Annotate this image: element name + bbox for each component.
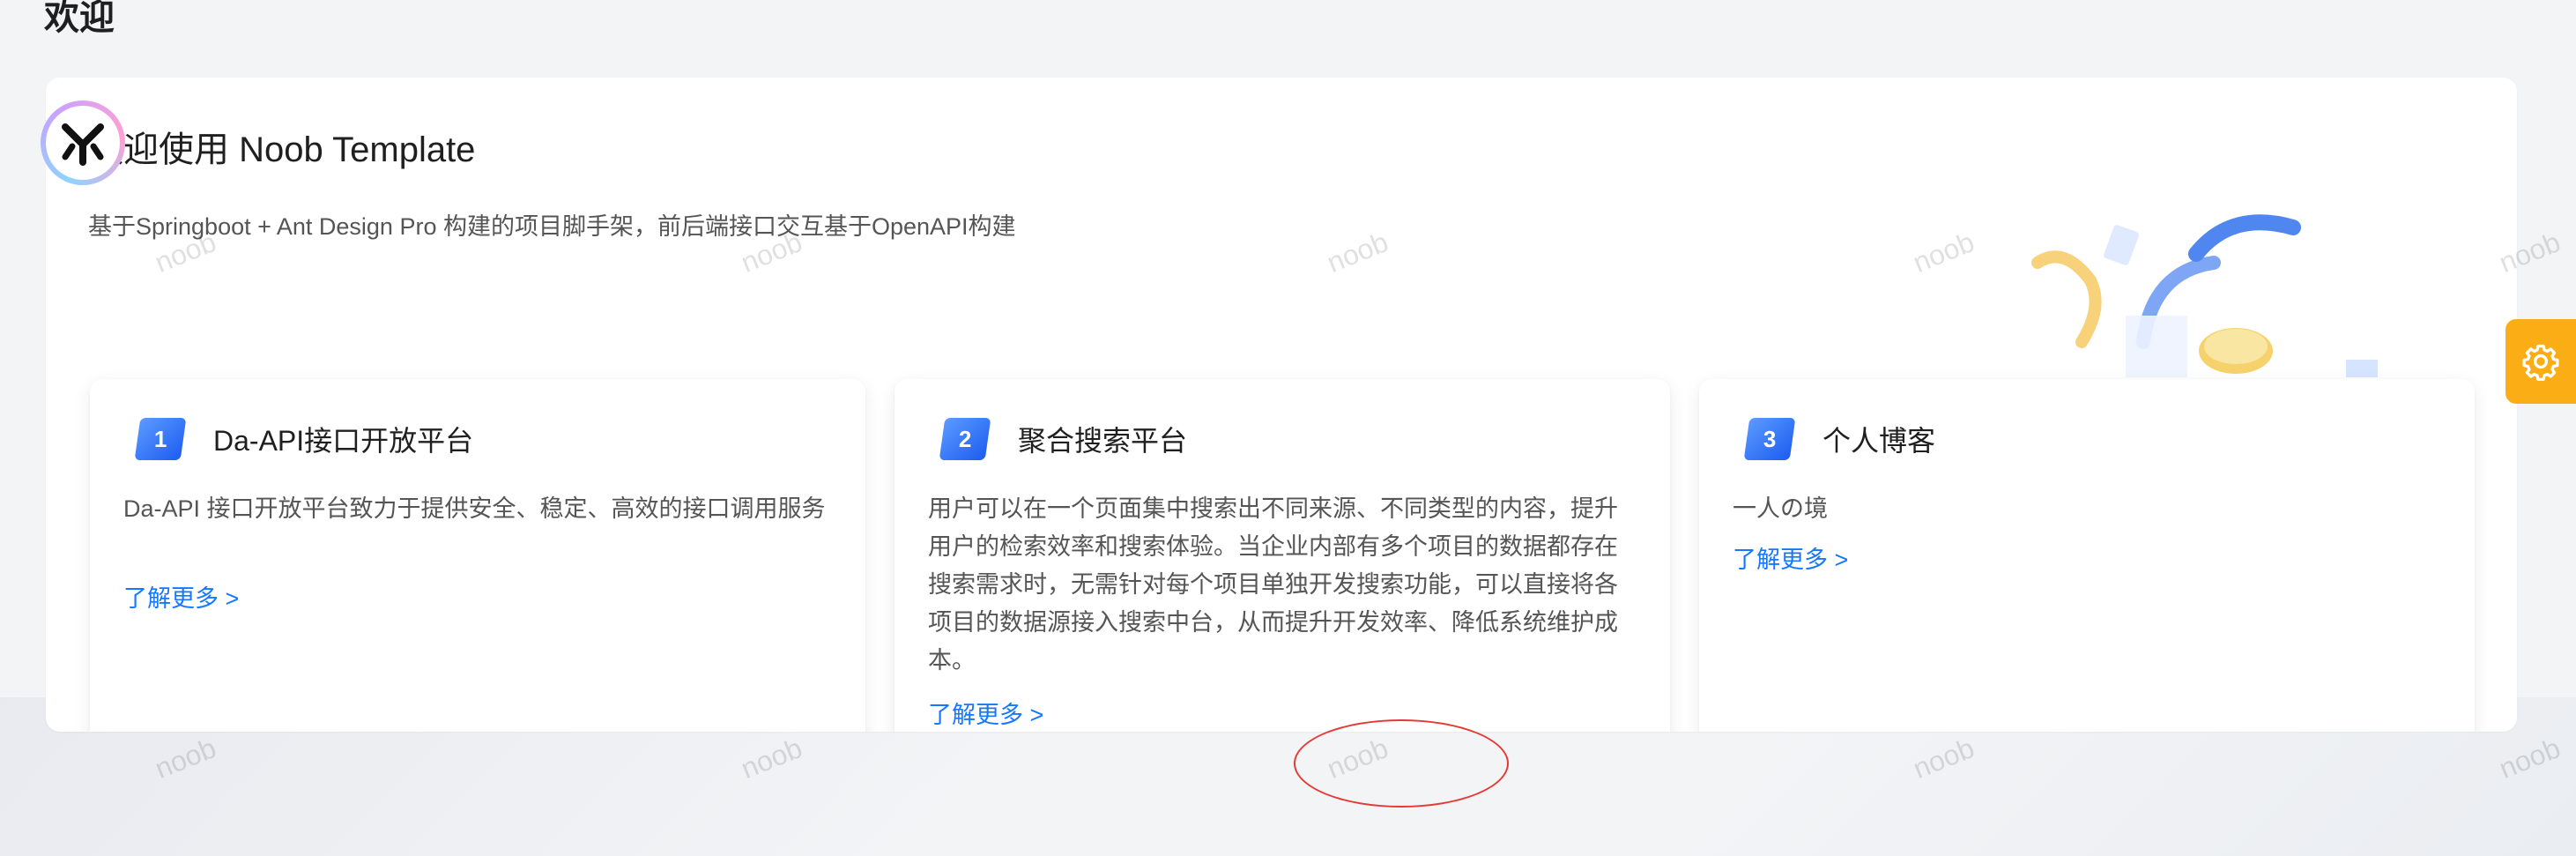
- card-number: 2: [958, 425, 972, 452]
- watermark: noob: [1908, 732, 1979, 785]
- card-title: Da-API接口开放平台: [213, 425, 474, 457]
- gear-icon: [2522, 344, 2559, 381]
- card-description: Da-API 接口开放平台致力于提供安全、稳定、高效的接口调用服务: [123, 495, 826, 522]
- feature-card-personal-blog: 3 个人博客 一人の境 了解更多 >: [1699, 379, 2475, 732]
- page-title: 欢迎: [44, 0, 115, 37]
- welcome-subtitle: 基于Springboot + Ant Design Pro 构建的项目脚手架，前…: [88, 213, 1016, 240]
- welcome-title: 欢迎使用 Noob Template: [88, 130, 476, 169]
- card-title: 个人博客: [1823, 425, 1936, 457]
- welcome-card: 1 Da-API接口开放平台 Da-API 接口开放平台致力于提供安全、稳定、高…: [46, 78, 2517, 732]
- watermark: noob: [1322, 732, 1393, 785]
- card-description: 一人の境: [1733, 495, 1828, 522]
- welcome-illustration: [2031, 214, 2378, 377]
- highlight-ellipse: [1294, 719, 1509, 808]
- card-number-badge: 3: [1743, 418, 1796, 460]
- learn-more-link[interactable]: 了解更多 >: [928, 700, 1043, 730]
- watermark: noob: [736, 732, 807, 785]
- card-number: 3: [1763, 425, 1777, 452]
- feature-card-search-platform: 2 聚合搜索平台 用户可以在一个页面集中搜索出不同来源、不同类型的内容，提升用户…: [895, 379, 1670, 732]
- card-description: 用户可以在一个页面集中搜索出不同来源、不同类型的内容，提升用户的检索效率和搜索体…: [928, 495, 1618, 674]
- watermark: noob: [150, 732, 221, 785]
- watermark: noob: [2494, 732, 2565, 785]
- settings-button[interactable]: [2505, 319, 2576, 404]
- card-title: 聚合搜索平台: [1018, 425, 1188, 457]
- card-number: 1: [153, 425, 167, 452]
- noob-logo-icon: [41, 100, 125, 185]
- feature-card-api-platform: 1 Da-API接口开放平台 Da-API 接口开放平台致力于提供安全、稳定、高…: [90, 379, 865, 732]
- learn-more-link[interactable]: 了解更多 >: [1733, 545, 1848, 575]
- card-number-badge: 2: [939, 418, 991, 460]
- learn-more-link[interactable]: 了解更多 >: [123, 584, 239, 614]
- logo-mark-icon: [62, 123, 104, 166]
- card-number-badge: 1: [134, 418, 187, 460]
